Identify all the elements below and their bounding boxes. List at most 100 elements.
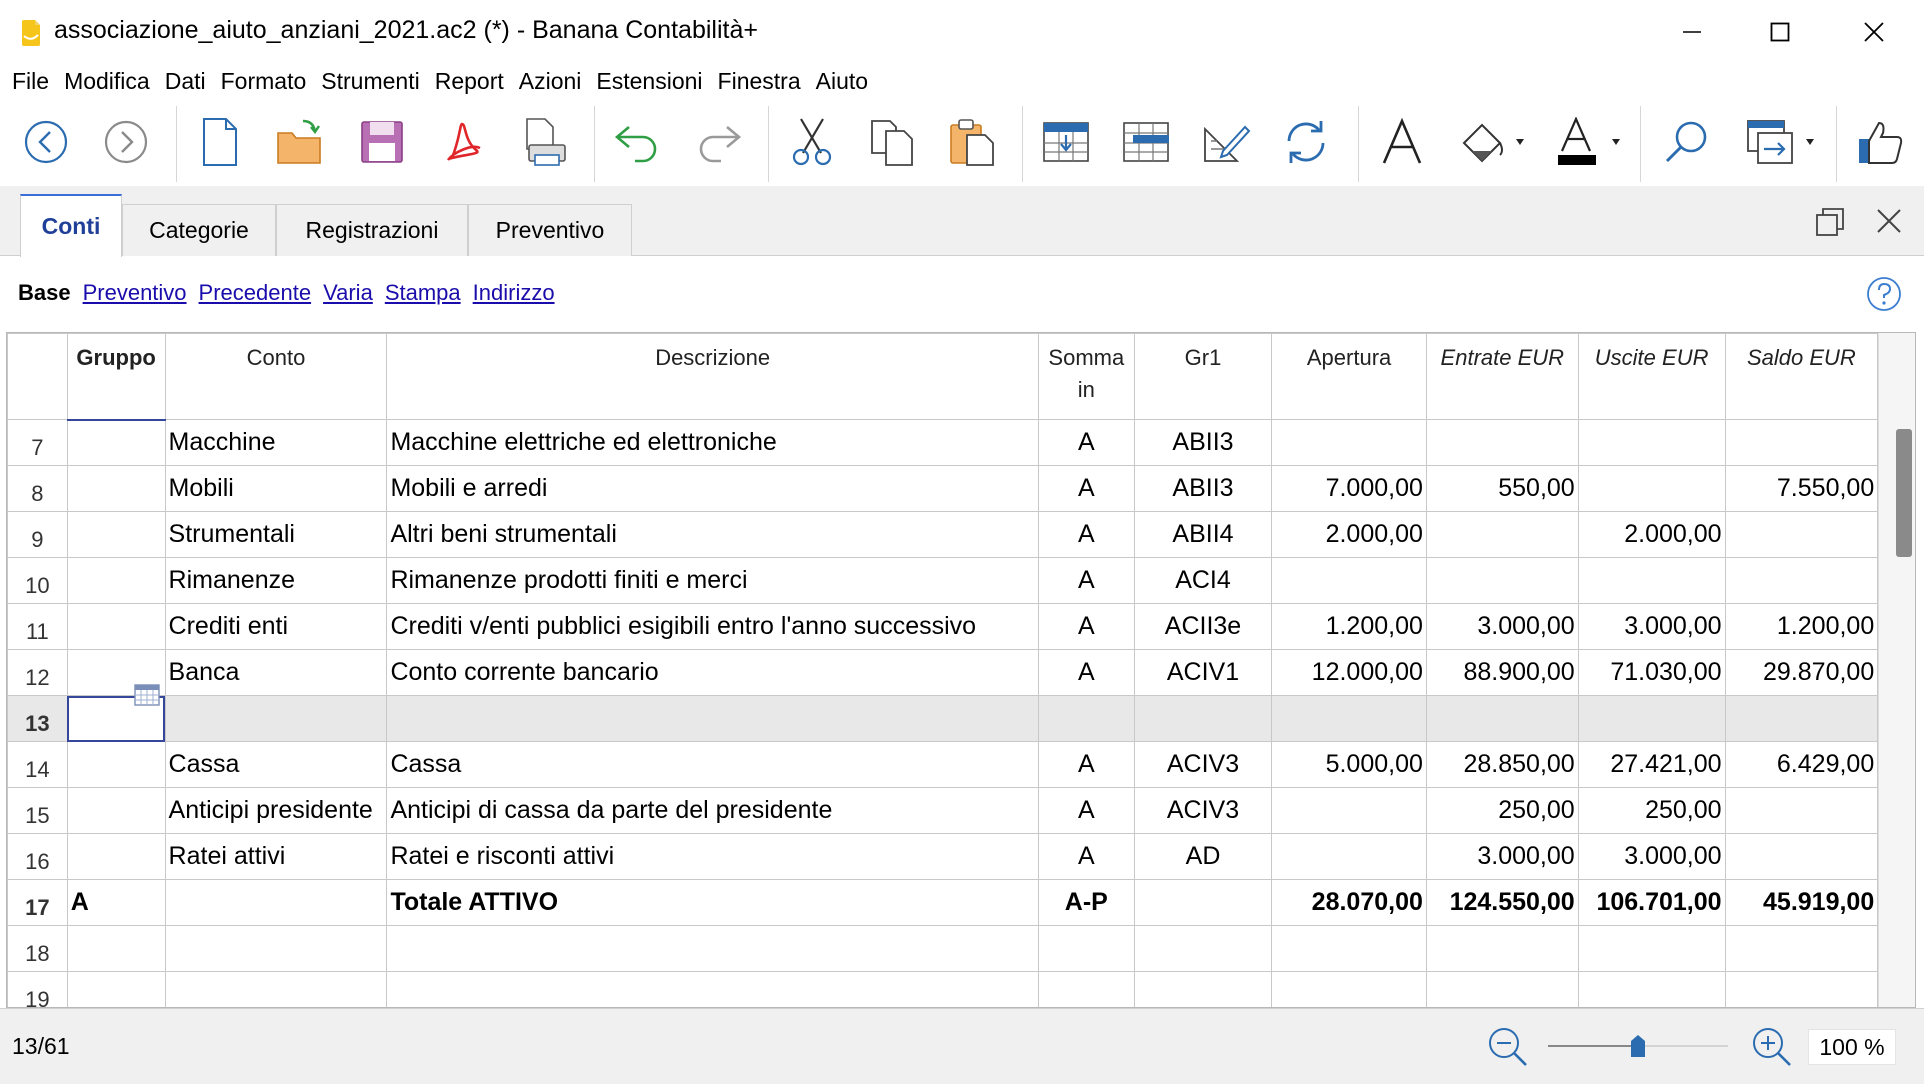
menu-aiuto[interactable]: Aiuto	[816, 68, 868, 95]
cell-gruppo[interactable]	[66, 833, 166, 880]
cell-entrate[interactable]: 3.000,00	[1425, 603, 1579, 650]
cell-uscite[interactable]	[1577, 465, 1726, 512]
cell-entrate[interactable]	[1425, 419, 1579, 466]
cell-descrizione[interactable]: Cassa	[386, 741, 1039, 788]
cell-gruppo[interactable]: A	[66, 879, 166, 926]
cell-somma-in[interactable]: A	[1037, 741, 1135, 788]
row-number[interactable]: 16	[7, 833, 68, 880]
row-number[interactable]: 19	[7, 971, 68, 1007]
menu-estensioni[interactable]: Estensioni	[596, 68, 702, 95]
menu-formato[interactable]: Formato	[221, 68, 307, 95]
cell-gr1[interactable]: ACIV1	[1133, 649, 1273, 696]
cell-gr1[interactable]: ACIV3	[1133, 741, 1273, 788]
cell-descrizione[interactable]	[386, 971, 1039, 1007]
cell-apertura[interactable]: 12.000,00	[1271, 649, 1427, 696]
cell-conto[interactable]	[164, 925, 388, 972]
cell-conto[interactable]: Macchine	[164, 419, 388, 466]
cell-gr1[interactable]: ABII3	[1133, 465, 1273, 512]
cell-conto[interactable]: Banca	[164, 649, 388, 696]
cell-somma-in[interactable]: A	[1037, 787, 1135, 834]
vertical-scrollbar[interactable]	[1878, 333, 1915, 1007]
cell-apertura[interactable]	[1271, 833, 1427, 880]
cell-saldo[interactable]	[1724, 511, 1879, 558]
table-row[interactable]: 9 Strumentali Altri beni strumentali A ABII4…	[7, 511, 1915, 558]
cell-somma-in[interactable]: A	[1037, 419, 1135, 466]
cell-saldo[interactable]	[1724, 787, 1879, 834]
cell-entrate[interactable]	[1425, 695, 1579, 742]
paste-button[interactable]	[942, 112, 1002, 172]
zoom-slider-thumb[interactable]	[1631, 1035, 1645, 1057]
window-arrange-button[interactable]	[1738, 112, 1822, 172]
tab-registrazioni[interactable]: Registrazioni	[276, 204, 468, 256]
cell-saldo[interactable]	[1724, 557, 1879, 604]
cell-apertura[interactable]	[1271, 925, 1427, 972]
cell-gruppo[interactable]	[66, 925, 166, 972]
row-number[interactable]: 18	[7, 925, 68, 972]
cell-uscite[interactable]: 71.030,00	[1577, 649, 1726, 696]
cell-somma-in[interactable]: A-P	[1037, 879, 1135, 926]
cell-saldo[interactable]: 29.870,00	[1724, 649, 1879, 696]
table-row[interactable]: 19	[7, 971, 1915, 1007]
view-precedente[interactable]: Precedente	[199, 280, 312, 306]
cell-gruppo[interactable]	[66, 511, 166, 558]
menu-finestra[interactable]: Finestra	[718, 68, 801, 95]
open-file-button[interactable]	[270, 112, 330, 172]
cell-conto[interactable]: Crediti enti	[164, 603, 388, 650]
font-button[interactable]	[1372, 112, 1432, 172]
add-rows-button[interactable]	[1116, 112, 1176, 172]
cell-gr1[interactable]	[1133, 879, 1273, 926]
tab-categorie[interactable]: Categorie	[122, 204, 276, 256]
row-number[interactable]: 15	[7, 787, 68, 834]
new-file-button[interactable]	[190, 112, 250, 172]
cell-apertura[interactable]	[1271, 971, 1427, 1007]
tab-conti[interactable]: Conti	[20, 194, 122, 257]
cell-somma-in[interactable]	[1037, 971, 1135, 1007]
menu-report[interactable]: Report	[435, 68, 504, 95]
view-stampa[interactable]: Stampa	[385, 280, 461, 306]
cell-uscite[interactable]: 3.000,00	[1577, 833, 1726, 880]
help-icon[interactable]	[1866, 276, 1902, 312]
row-number[interactable]: 8	[7, 465, 68, 512]
table-row[interactable]: 16 Ratei attivi Ratei e risconti attivi A AD…	[7, 833, 1915, 880]
cell-descrizione[interactable]: Rimanenze prodotti finiti e merci	[386, 557, 1039, 604]
cell-gr1[interactable]	[1133, 695, 1273, 742]
print-preview-button[interactable]	[514, 112, 574, 172]
cell-apertura[interactable]: 2.000,00	[1271, 511, 1427, 558]
cell-entrate[interactable]: 550,00	[1425, 465, 1579, 512]
cell-apertura[interactable]: 7.000,00	[1271, 465, 1427, 512]
cell-apertura[interactable]: 5.000,00	[1271, 741, 1427, 788]
cell-somma-in[interactable]: A	[1037, 511, 1135, 558]
table-row[interactable]: 14 Cassa Cassa A ACIV3 5.000,00 28.850,00 27.42…	[7, 741, 1915, 788]
cell-descrizione[interactable]	[386, 925, 1039, 972]
menu-modifica[interactable]: Modifica	[64, 68, 150, 95]
cell-gruppo[interactable]	[66, 465, 166, 512]
header-gruppo[interactable]: Gruppo	[66, 333, 166, 421]
cell-descrizione[interactable]: Totale ATTIVO	[386, 879, 1039, 926]
header-entrate[interactable]: Entrate EUR	[1425, 333, 1579, 420]
cell-conto[interactable]: Strumentali	[164, 511, 388, 558]
row-number[interactable]: 17	[7, 879, 68, 926]
cell-gr1[interactable]	[1133, 925, 1273, 972]
cell-uscite[interactable]	[1577, 925, 1726, 972]
cell-conto[interactable]: Ratei attivi	[164, 833, 388, 880]
cut-button[interactable]	[782, 112, 842, 172]
cell-gr1[interactable]: AD	[1133, 833, 1273, 880]
cell-gruppo[interactable]	[66, 557, 166, 604]
cell-somma-in[interactable]: A	[1037, 603, 1135, 650]
cell-conto[interactable]: Mobili	[164, 465, 388, 512]
cell-entrate[interactable]: 124.550,00	[1425, 879, 1579, 926]
cell-entrate[interactable]: 250,00	[1425, 787, 1579, 834]
cell-gr1[interactable]: ACI4	[1133, 557, 1273, 604]
row-number[interactable]: 14	[7, 741, 68, 788]
cell-uscite[interactable]: 2.000,00	[1577, 511, 1726, 558]
cell-gr1[interactable]	[1133, 971, 1273, 1007]
cell-saldo[interactable]	[1724, 925, 1879, 972]
table-row[interactable]: 13	[7, 695, 1915, 742]
cell-gruppo[interactable]	[66, 741, 166, 788]
zoom-value[interactable]: 100 %	[1808, 1029, 1896, 1065]
table-row[interactable]: 7 Macchine Macchine elettriche ed elettron…	[7, 419, 1915, 466]
cell-uscite[interactable]	[1577, 419, 1726, 466]
cell-gruppo[interactable]	[66, 603, 166, 650]
cell-apertura[interactable]	[1271, 787, 1427, 834]
feedback-button[interactable]	[1850, 112, 1910, 172]
